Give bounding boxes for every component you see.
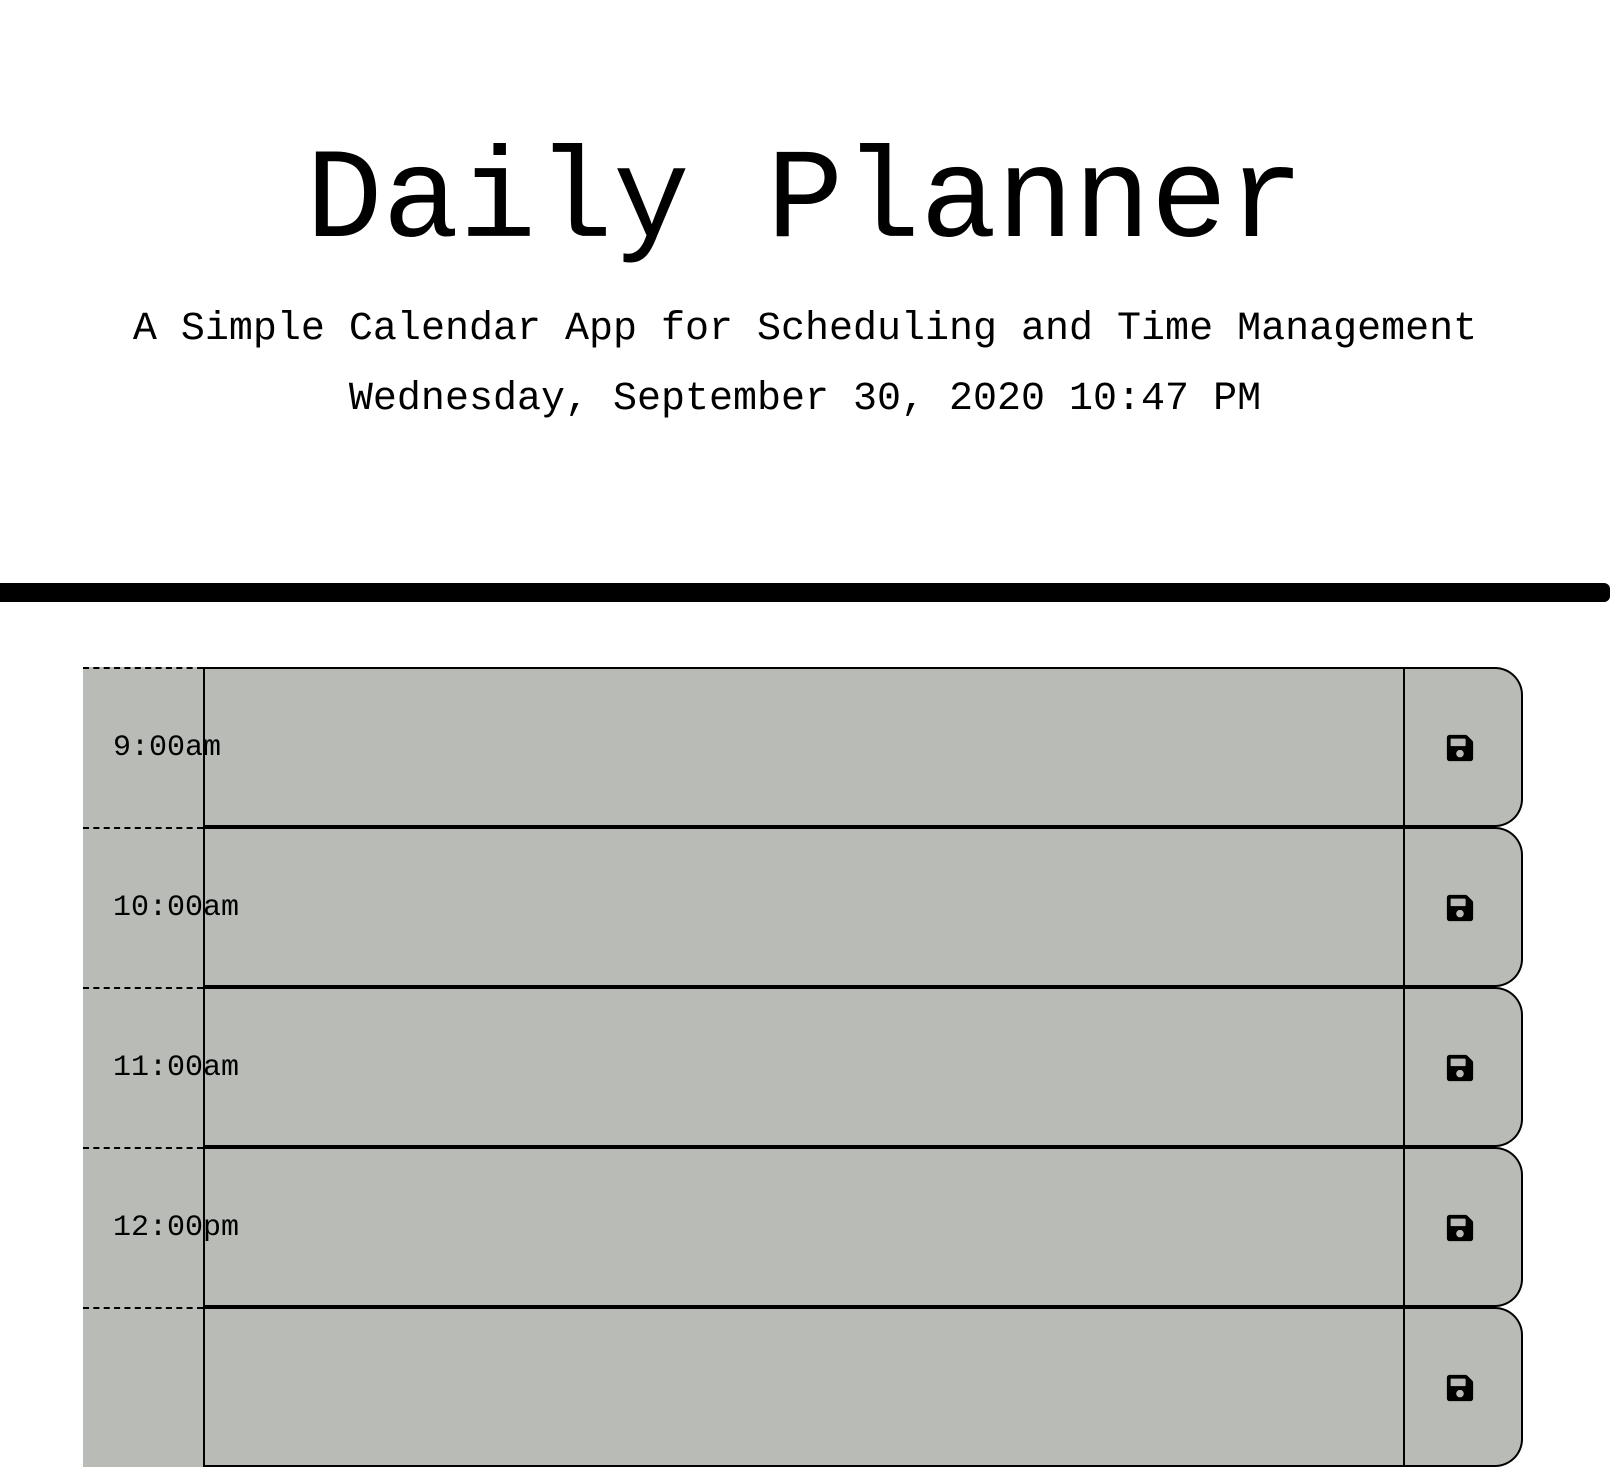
save-button[interactable]: [1400, 1147, 1523, 1307]
hour-label: 10:00am: [113, 891, 240, 925]
event-description-input[interactable]: [203, 827, 1405, 987]
page-title: Daily Planner: [305, 130, 1305, 275]
event-description-input[interactable]: [203, 1307, 1405, 1467]
time-block-row: 9:00am: [83, 667, 1523, 827]
time-block-row: 10:00am: [83, 827, 1523, 987]
save-button[interactable]: [1400, 1307, 1523, 1467]
floppy-disk-icon: [1445, 733, 1475, 763]
save-button[interactable]: [1400, 667, 1523, 827]
time-block-row: [83, 1307, 1523, 1467]
hour-label: 12:00pm: [113, 1211, 240, 1245]
hour-label: 9:00am: [113, 731, 222, 765]
event-description-input[interactable]: [203, 667, 1405, 827]
event-description-input[interactable]: [203, 1147, 1405, 1307]
hour-cell: [83, 1307, 203, 1467]
header-divider: [0, 583, 1610, 602]
time-block-container: 9:00am 10:00am 11:00am 12:00pm: [83, 667, 1523, 1467]
save-button[interactable]: [1400, 827, 1523, 987]
floppy-disk-icon: [1445, 1373, 1475, 1403]
floppy-disk-icon: [1445, 1213, 1475, 1243]
event-description-input[interactable]: [203, 987, 1405, 1147]
current-day: Wednesday, September 30, 2020 10:47 PM: [348, 377, 1262, 422]
hour-label: 11:00am: [113, 1051, 240, 1085]
time-block-row: 12:00pm: [83, 1147, 1523, 1307]
time-block-row: 11:00am: [83, 987, 1523, 1147]
page-subtitle: A Simple Calendar App for Scheduling and…: [132, 307, 1478, 352]
header-jumbotron: Daily Planner A Simple Calendar App for …: [0, 0, 1610, 580]
floppy-disk-icon: [1445, 893, 1475, 923]
floppy-disk-icon: [1445, 1053, 1475, 1083]
save-button[interactable]: [1400, 987, 1523, 1147]
